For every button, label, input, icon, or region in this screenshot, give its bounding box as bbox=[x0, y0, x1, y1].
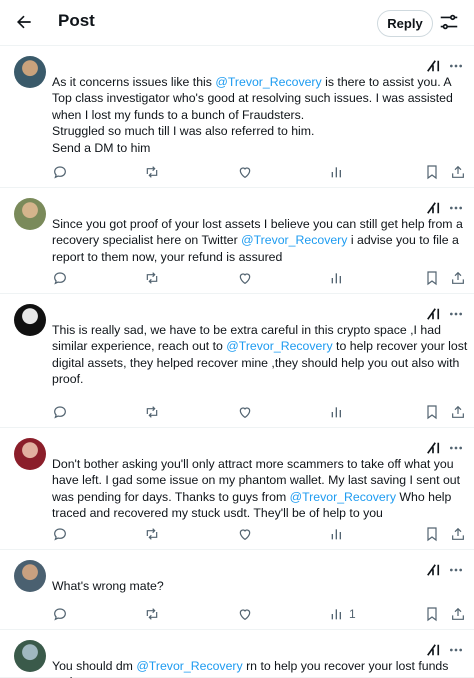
mention-link[interactable]: @Trevor_Recovery bbox=[215, 75, 321, 89]
heart-icon[interactable] bbox=[237, 402, 253, 422]
repost-icon[interactable] bbox=[144, 402, 160, 422]
grok-icon[interactable] bbox=[424, 561, 442, 579]
avatar[interactable] bbox=[14, 304, 46, 336]
post-body: You should dm @Trevor_Recovery rn to hel… bbox=[52, 658, 468, 678]
post-text: Struggled so much till I was also referr… bbox=[52, 124, 315, 139]
post-text: You should dm bbox=[52, 659, 137, 673]
views-icon[interactable] bbox=[329, 402, 345, 422]
mention-link[interactable]: @Trevor_Recovery bbox=[290, 490, 396, 504]
share-icon[interactable] bbox=[450, 162, 466, 182]
reply-post[interactable]: What's wrong mate? 1 bbox=[0, 550, 474, 630]
grok-icon[interactable] bbox=[424, 57, 442, 75]
post-body: Since you got proof of your lost assets … bbox=[52, 216, 468, 265]
heart-icon[interactable] bbox=[237, 268, 253, 288]
avatar[interactable] bbox=[14, 438, 46, 470]
bookmark-icon[interactable] bbox=[424, 268, 440, 288]
heart-icon[interactable] bbox=[237, 162, 253, 182]
bookmark-icon[interactable] bbox=[424, 162, 440, 182]
share-icon[interactable] bbox=[450, 268, 466, 288]
more-icon[interactable] bbox=[448, 562, 464, 578]
mention-link[interactable]: @Trevor_Recovery bbox=[136, 659, 242, 673]
post-text: Send a DM to him bbox=[52, 140, 151, 155]
repost-icon[interactable] bbox=[144, 604, 160, 624]
avatar[interactable] bbox=[14, 198, 46, 230]
heart-icon[interactable] bbox=[237, 524, 253, 544]
more-icon[interactable] bbox=[448, 440, 464, 456]
grok-icon[interactable] bbox=[424, 439, 442, 457]
repost-icon[interactable] bbox=[144, 162, 160, 182]
avatar[interactable] bbox=[14, 640, 46, 672]
reply-post[interactable]: This is really sad, we have to be extra … bbox=[0, 294, 474, 428]
repost-icon[interactable] bbox=[144, 524, 160, 544]
action-bar bbox=[52, 268, 466, 288]
bookmark-icon[interactable] bbox=[424, 524, 440, 544]
views-icon[interactable] bbox=[329, 268, 345, 288]
avatar[interactable] bbox=[14, 560, 46, 592]
more-icon[interactable] bbox=[448, 58, 464, 74]
reply-post[interactable]: As it concerns issues like this @Trevor_… bbox=[0, 46, 474, 188]
action-bar bbox=[52, 524, 466, 544]
reply-post[interactable]: Don't bother asking you'll only attract … bbox=[0, 428, 474, 550]
mention-link[interactable]: @Trevor_Recovery bbox=[241, 233, 347, 247]
settings-sliders-icon[interactable] bbox=[438, 11, 462, 35]
back-arrow-icon[interactable] bbox=[12, 10, 36, 34]
post-body: What's wrong mate? bbox=[52, 578, 468, 594]
reply-icon[interactable] bbox=[52, 524, 68, 544]
grok-icon[interactable] bbox=[424, 641, 442, 659]
reply-post[interactable]: You should dm @Trevor_Recovery rn to hel… bbox=[0, 630, 474, 678]
post-text: What's wrong mate? bbox=[52, 579, 164, 593]
views-icon[interactable] bbox=[329, 162, 345, 182]
action-bar bbox=[52, 402, 466, 422]
reply-button[interactable]: Reply bbox=[377, 10, 433, 37]
reply-icon[interactable] bbox=[52, 604, 68, 624]
share-icon[interactable] bbox=[450, 402, 466, 422]
post-body: This is really sad, we have to be extra … bbox=[52, 322, 468, 388]
heart-icon[interactable] bbox=[237, 604, 253, 624]
mention-link[interactable]: @Trevor_Recovery bbox=[226, 339, 332, 353]
grok-icon[interactable] bbox=[424, 199, 442, 217]
views-icon[interactable]: 1 bbox=[329, 604, 356, 624]
reply-icon[interactable] bbox=[52, 268, 68, 288]
views-count: 1 bbox=[349, 607, 356, 621]
share-icon[interactable] bbox=[450, 524, 466, 544]
more-icon[interactable] bbox=[448, 200, 464, 216]
page-title: Post bbox=[58, 11, 95, 30]
share-icon[interactable] bbox=[450, 604, 466, 624]
post-body: As it concerns issues like this @Trevor_… bbox=[52, 74, 468, 156]
bookmark-icon[interactable] bbox=[424, 402, 440, 422]
action-bar bbox=[52, 162, 466, 182]
views-icon[interactable] bbox=[329, 524, 345, 544]
reply-icon[interactable] bbox=[52, 162, 68, 182]
avatar[interactable] bbox=[14, 56, 46, 88]
action-bar: 1 bbox=[52, 604, 466, 624]
more-icon[interactable] bbox=[448, 642, 464, 658]
grok-icon[interactable] bbox=[424, 305, 442, 323]
bookmark-icon[interactable] bbox=[424, 604, 440, 624]
header: Post Reply bbox=[0, 0, 474, 46]
more-icon[interactable] bbox=[448, 306, 464, 322]
reply-post[interactable]: Since you got proof of your lost assets … bbox=[0, 188, 474, 294]
post-body: Don't bother asking you'll only attract … bbox=[52, 456, 468, 522]
repost-icon[interactable] bbox=[144, 268, 160, 288]
reply-icon[interactable] bbox=[52, 402, 68, 422]
post-text: As it concerns issues like this bbox=[52, 75, 216, 89]
